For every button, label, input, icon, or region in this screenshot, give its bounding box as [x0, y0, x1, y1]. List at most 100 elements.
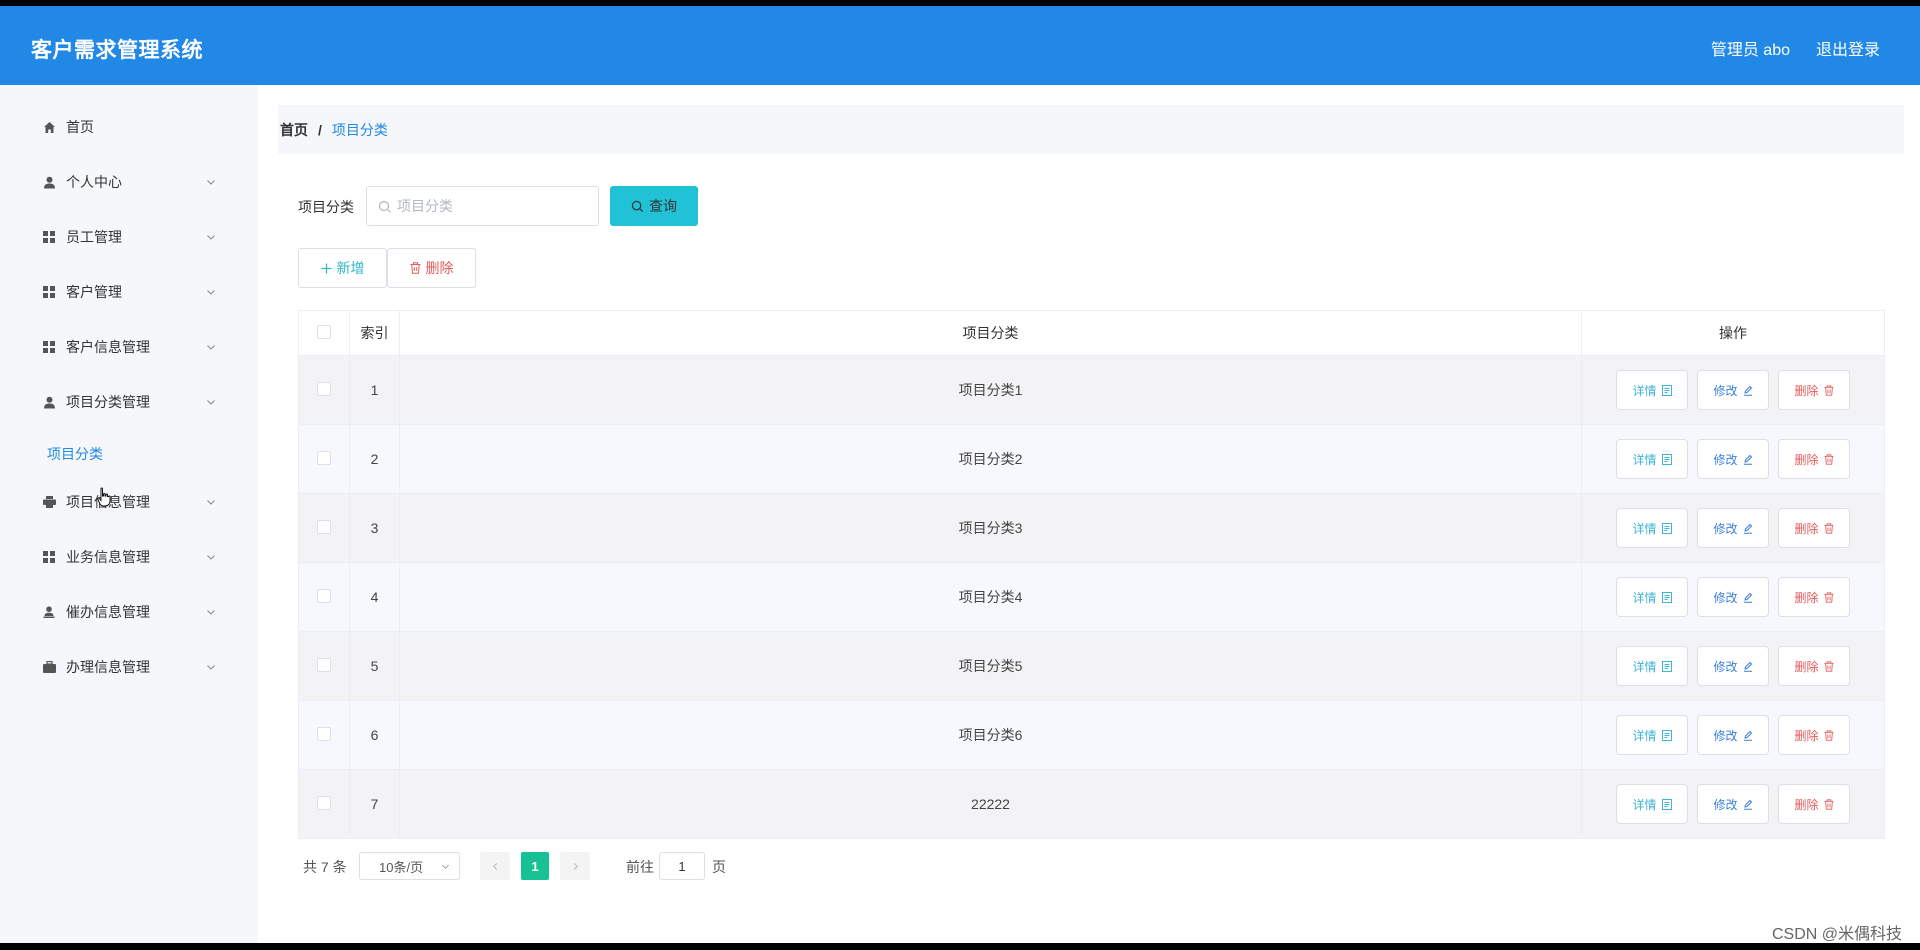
sidebar-item-staff[interactable]: 员工管理	[0, 217, 258, 257]
row-checkbox[interactable]	[317, 381, 331, 396]
sidebar-subitem-project-category[interactable]: 项目分类	[47, 444, 103, 464]
grid-icon	[42, 285, 56, 299]
trash-icon	[1823, 660, 1834, 672]
document-icon	[1661, 384, 1672, 396]
edit-button[interactable]: 修改	[1697, 439, 1769, 479]
delete-button[interactable]: 删除	[1778, 715, 1850, 755]
logout-link[interactable]: 退出登录	[1816, 36, 1880, 60]
select-all-checkbox[interactable]	[317, 324, 331, 339]
edit-button[interactable]: 修改	[1697, 577, 1769, 617]
chevron-down-icon	[207, 665, 215, 670]
chevron-down-icon	[207, 400, 215, 405]
delete-button-label: 删除	[1794, 452, 1819, 467]
row-checkbox[interactable]	[317, 588, 331, 603]
delete-button[interactable]: 删除	[1778, 784, 1850, 824]
row-select[interactable]	[298, 700, 350, 770]
row-name: 项目分类6	[399, 700, 1582, 770]
edit-button-label: 修改	[1713, 659, 1738, 674]
add-button[interactable]: 新增	[298, 248, 387, 288]
sidebar-item-label: 项目分类管理	[66, 394, 150, 410]
search-field[interactable]	[366, 186, 599, 226]
edit-icon	[1743, 661, 1752, 672]
row-checkbox[interactable]	[317, 795, 331, 810]
row-checkbox[interactable]	[317, 450, 331, 465]
sidebar-item-label: 员工管理	[66, 229, 122, 245]
detail-button-label: 详情	[1632, 521, 1657, 536]
sidebar-item-handle-info[interactable]: 办理信息管理	[0, 647, 258, 687]
sidebar-item-home[interactable]: 首页	[0, 107, 258, 147]
sidebar-item-personal[interactable]: 个人中心	[0, 162, 258, 202]
sidebar-item-customer-info[interactable]: 客户信息管理	[0, 327, 258, 367]
detail-button[interactable]: 详情	[1616, 439, 1688, 479]
row-ops: 详情 修改 删除	[1581, 631, 1885, 701]
detail-button[interactable]: 详情	[1616, 784, 1688, 824]
sidebar-item-project-category[interactable]: 项目分类管理	[0, 382, 258, 422]
delete-button[interactable]: 删除	[1778, 646, 1850, 686]
sidebar-item-label: 首页	[66, 119, 94, 135]
row-checkbox[interactable]	[317, 726, 331, 741]
header-name: 项目分类	[399, 310, 1582, 356]
document-icon	[1661, 453, 1672, 465]
row-select[interactable]	[298, 562, 350, 632]
breadcrumb-home[interactable]: 首页	[280, 120, 308, 140]
grid-icon	[42, 550, 56, 564]
edit-button[interactable]: 修改	[1697, 784, 1769, 824]
table-row: 1 项目分类1 详情 修改 删除	[298, 355, 1885, 425]
row-select[interactable]	[298, 769, 350, 839]
detail-button[interactable]: 详情	[1616, 508, 1688, 548]
prev-page-button[interactable]	[480, 852, 510, 880]
trash-icon	[410, 262, 420, 274]
edit-icon	[1743, 385, 1752, 396]
edit-button[interactable]: 修改	[1697, 370, 1769, 410]
edit-icon	[1743, 592, 1752, 603]
detail-button[interactable]: 详情	[1616, 715, 1688, 755]
sidebar-item-urge-info[interactable]: 催办信息管理	[0, 592, 258, 632]
next-page-button[interactable]	[560, 852, 590, 880]
sidebar-item-business-info[interactable]: 业务信息管理	[0, 537, 258, 577]
row-ops: 详情 修改 删除	[1581, 355, 1885, 425]
detail-button[interactable]: 详情	[1616, 577, 1688, 617]
detail-button-label: 详情	[1632, 659, 1657, 674]
detail-button-label: 详情	[1632, 452, 1657, 467]
delete-button[interactable]: 删除	[1778, 577, 1850, 617]
table-row: 2 项目分类2 详情 修改 删除	[298, 424, 1885, 494]
printer-icon	[42, 495, 56, 509]
query-button[interactable]: 查询	[610, 186, 698, 226]
sidebar-item-label: 办理信息管理	[66, 659, 150, 675]
chevron-down-icon	[207, 500, 215, 505]
hand-cursor-icon	[97, 487, 111, 507]
row-select[interactable]	[298, 631, 350, 701]
row-select[interactable]	[298, 424, 350, 494]
row-checkbox[interactable]	[317, 519, 331, 534]
edit-button[interactable]: 修改	[1697, 646, 1769, 686]
sidebar-item-customer[interactable]: 客户管理	[0, 272, 258, 312]
chevron-down-icon	[207, 290, 215, 295]
search-icon	[378, 200, 391, 213]
row-select[interactable]	[298, 355, 350, 425]
row-name: 22222	[399, 769, 1582, 839]
edit-button[interactable]: 修改	[1697, 508, 1769, 548]
sidebar-item-label: 催办信息管理	[66, 604, 150, 620]
delete-button[interactable]: 删除	[1778, 508, 1850, 548]
edit-button[interactable]: 修改	[1697, 715, 1769, 755]
header-select-all[interactable]	[298, 310, 350, 356]
breadcrumb-separator: /	[318, 121, 322, 138]
sidebar-item-project-info[interactable]: 项目信息管理	[0, 482, 258, 522]
page-size-select[interactable]: 10条/页	[359, 852, 460, 880]
row-checkbox[interactable]	[317, 657, 331, 672]
row-ops: 详情 修改 删除	[1581, 562, 1885, 632]
goto-label: 前往	[626, 859, 654, 875]
app-title: 客户需求管理系统	[31, 39, 203, 62]
delete-button[interactable]: 删除	[1778, 439, 1850, 479]
row-select[interactable]	[298, 493, 350, 563]
detail-button[interactable]: 详情	[1616, 370, 1688, 410]
user-icon	[42, 395, 56, 409]
page-number-current[interactable]: 1	[521, 852, 549, 880]
page-unit-label: 页	[712, 859, 726, 875]
batch-delete-button[interactable]: 删除	[387, 248, 476, 288]
goto-page-input[interactable]	[659, 852, 705, 880]
search-input[interactable]	[397, 187, 587, 225]
detail-button-label: 详情	[1632, 728, 1657, 743]
detail-button[interactable]: 详情	[1616, 646, 1688, 686]
delete-button[interactable]: 删除	[1778, 370, 1850, 410]
